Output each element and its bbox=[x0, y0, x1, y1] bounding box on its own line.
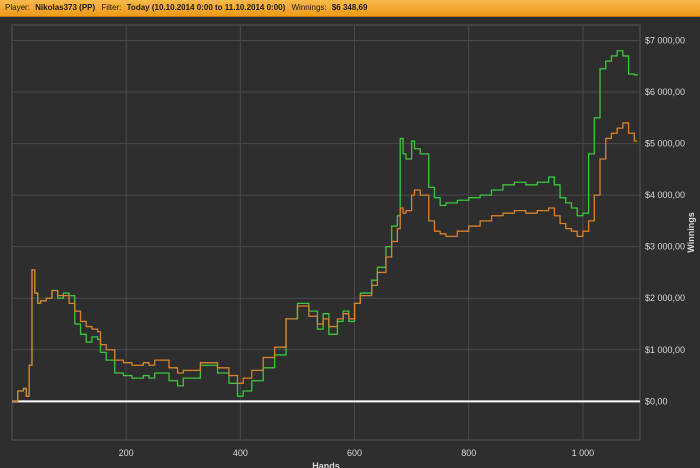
x-tick-label: 400 bbox=[233, 448, 248, 458]
filter-label: Filter: bbox=[101, 3, 122, 12]
y-tick-label: $2 000,00 bbox=[645, 293, 685, 303]
winnings-chart: 200 400 600 800 1 000 $0,00 $1 000,00 $2 000,00… bbox=[11, 24, 696, 468]
player-value: Nikolas373 (PP) bbox=[35, 3, 96, 12]
x-tick-label: 800 bbox=[461, 448, 476, 458]
x-axis-title: Hands bbox=[312, 461, 340, 468]
filter-header-bar: Player: Nikolas373 (PP) Filter: Today (1… bbox=[0, 0, 700, 17]
plot-area bbox=[11, 24, 641, 441]
y-tick-label: $6 000,00 bbox=[645, 87, 685, 97]
y-tick-label: $1 000,00 bbox=[645, 345, 685, 355]
x-tick-label: 200 bbox=[119, 448, 134, 458]
x-tick-label: 1 000 bbox=[572, 448, 595, 458]
winnings-label: Winnings: bbox=[291, 3, 327, 12]
y-tick-label: $4 000,00 bbox=[645, 190, 685, 200]
winnings-value: $6 348,69 bbox=[331, 3, 368, 12]
x-tick-label: 600 bbox=[347, 448, 362, 458]
y-tick-label: $5 000,00 bbox=[645, 139, 685, 149]
player-label: Player: bbox=[5, 3, 30, 12]
y-tick-label: $3 000,00 bbox=[645, 242, 685, 252]
y-tick-label: $0,00 bbox=[645, 396, 668, 406]
y-tick-label: $7 000,00 bbox=[645, 35, 685, 45]
y-axis-title: Winnings bbox=[686, 212, 696, 252]
filter-value: Today (10.10.2014 0:00 to 11.10.2014 0:0… bbox=[126, 3, 286, 12]
